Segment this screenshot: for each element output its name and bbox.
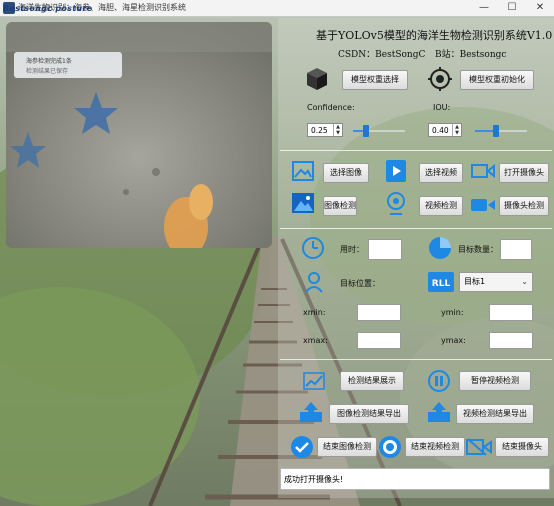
confidence-slider[interactable] (353, 125, 405, 137)
time-field (368, 239, 402, 260)
export-video-results-button[interactable]: 视频检测结果导出 (456, 404, 534, 424)
model-weight-select-button[interactable]: 模型权重选择 (342, 70, 408, 90)
target-icon (428, 67, 452, 91)
pause-icon (428, 370, 450, 392)
camera-icon (471, 163, 495, 179)
confidence-slider-thumb[interactable] (363, 125, 369, 137)
xmin-label: xmin: (303, 308, 326, 317)
bilibili-label: B站：Bestsongc (435, 50, 507, 60)
time-label: 用时： (340, 245, 364, 254)
target-count-field (500, 239, 532, 260)
xmin-field (357, 304, 401, 321)
user-location-icon (305, 272, 323, 293)
close-button[interactable]: ✕ (526, 0, 554, 16)
spin-arrows-icon[interactable]: ▲ ▼ (333, 124, 342, 136)
camera-off-icon (466, 438, 492, 456)
upload-icon (300, 402, 322, 422)
xmax-label: xmax: (303, 336, 328, 345)
show-results-button[interactable]: 检测结果展示 (340, 371, 404, 391)
confidence-spinbox[interactable]: 0.25 ▲ ▼ (307, 123, 343, 137)
status-text: 成功打开摄像头! (280, 468, 550, 490)
notification-toast: 海参检测完成1条 检测结果已保存 (14, 52, 122, 78)
minimize-button[interactable]: — (470, 0, 498, 16)
end-video-detect-button[interactable]: 结束视频检测 (405, 437, 465, 457)
model-weight-init-button[interactable]: 模型权重初始化 (460, 70, 534, 90)
check-circle-icon (291, 436, 313, 458)
target-position-label: 目标位置： (340, 279, 380, 288)
rll-icon: RLL (428, 272, 454, 292)
xmax-field (357, 332, 401, 349)
confidence-label: Confidence: (307, 103, 355, 112)
video-detect-button[interactable]: 视频检测 (419, 196, 463, 216)
video-camera-icon (471, 199, 495, 211)
target-count-label: 目标数量： (458, 245, 498, 254)
iou-spinbox[interactable]: 0.40 ▲ ▼ (428, 123, 462, 137)
export-image-results-button[interactable]: 图像检测结果导出 (329, 404, 409, 424)
landscape-icon (292, 193, 314, 213)
chevron-down-icon: ⌄ (521, 277, 528, 286)
watermark-logo: Bestsongc posture (3, 4, 93, 13)
pause-video-button[interactable]: 暂停视频检测 (459, 371, 531, 391)
select-video-button[interactable]: 选择视频 (419, 163, 463, 183)
image-icon (292, 161, 314, 181)
iou-slider[interactable] (475, 125, 527, 137)
image-detect-button[interactable]: 图像检测 (323, 196, 357, 216)
ymax-field (489, 332, 533, 349)
clock-icon (302, 237, 324, 259)
maximize-button[interactable]: ☐ (498, 0, 526, 16)
select-image-button[interactable]: 选择图像 (323, 163, 369, 183)
video-file-icon (386, 160, 406, 182)
iou-slider-thumb[interactable] (492, 125, 499, 137)
ymax-label: ymax: (441, 336, 466, 345)
stop-record-icon (379, 436, 401, 458)
open-camera-button[interactable]: 打开摄像头 (499, 163, 549, 183)
iou-label: IOU: (433, 103, 451, 112)
camera-detect-button[interactable]: 摄像头检测 (499, 196, 549, 216)
spin-arrows-icon[interactable]: ▲ ▼ (452, 124, 461, 136)
end-image-detect-button[interactable]: 结束图像检测 (317, 437, 377, 457)
ymin-field (489, 304, 533, 321)
line-chart-icon (303, 372, 325, 390)
target-select[interactable]: 目标1 ⌄ (459, 272, 533, 292)
divider (280, 150, 552, 151)
svg-text:RLL: RLL (432, 279, 451, 289)
webcam-icon (387, 192, 405, 215)
cube-icon (307, 68, 327, 90)
app-title: 基于YOLOv5模型的海洋生物检测识别系统V1.0 (316, 29, 553, 42)
end-camera-button[interactable]: 结束摄像头 (495, 437, 549, 457)
pie-chart-icon (429, 237, 451, 259)
divider (280, 228, 552, 229)
csdn-label: CSDN：BestSongC (338, 50, 426, 60)
upload-icon (428, 402, 450, 422)
divider (280, 359, 552, 360)
ymin-label: ymin: (441, 308, 464, 317)
title-bar: 海洋生物识别：海参、海胆、海星检测识别系统 Bestsongc posture … (0, 0, 554, 17)
